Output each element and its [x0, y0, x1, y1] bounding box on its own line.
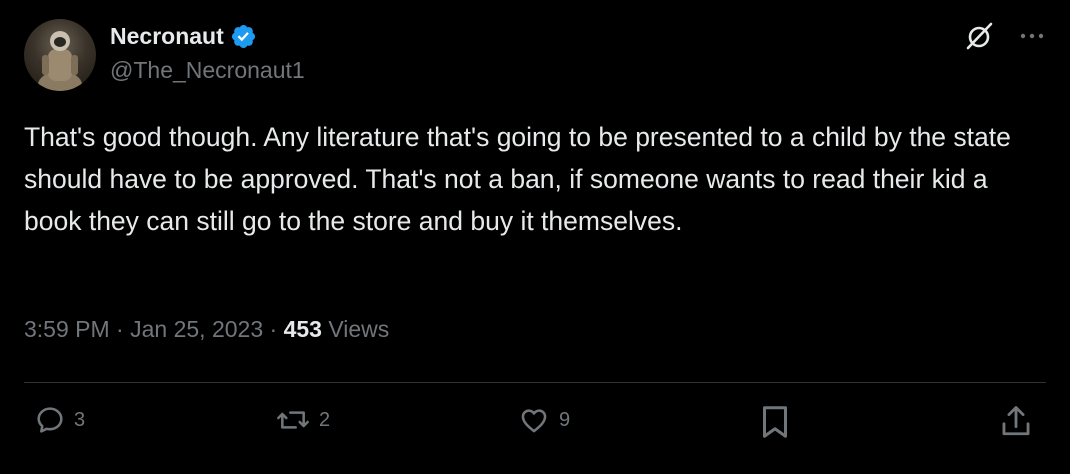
- retweet-icon: [277, 411, 309, 429]
- ellipsis-icon[interactable]: [1020, 32, 1044, 40]
- bookmark-button[interactable]: [760, 404, 790, 440]
- like-count: 9: [559, 408, 571, 431]
- astronaut-avatar-image: [38, 31, 82, 91]
- slashed-circle-icon[interactable]: [964, 21, 994, 51]
- verified-badge-icon[interactable]: [230, 23, 257, 50]
- share-icon: [1002, 406, 1030, 436]
- header-actions: [964, 21, 1044, 51]
- views-label: Views: [328, 316, 390, 342]
- share-button[interactable]: [1000, 404, 1032, 438]
- display-name[interactable]: Necronaut: [110, 23, 224, 50]
- heart-icon: [521, 409, 547, 433]
- tweet-date[interactable]: Jan 25, 2023: [130, 316, 263, 342]
- author-handle[interactable]: @The_Necronaut1: [110, 57, 305, 84]
- divider: [24, 382, 1046, 383]
- retweet-count: 2: [319, 408, 331, 431]
- avatar[interactable]: [24, 19, 96, 91]
- views-count: 453: [283, 316, 322, 342]
- meta-separator: ·: [116, 316, 124, 342]
- tweet-time[interactable]: 3:59 PM: [24, 316, 110, 342]
- author-name-row: Necronaut: [110, 20, 257, 52]
- like-button[interactable]: 9: [517, 404, 570, 436]
- reply-button[interactable]: 3: [34, 404, 85, 436]
- reply-icon: [37, 407, 63, 433]
- tweet-meta: 3:59 PM · Jan 25, 2023 · 453 Views: [24, 316, 389, 343]
- reply-count: 3: [74, 408, 86, 431]
- retweet-button[interactable]: 2: [275, 404, 330, 436]
- bookmark-icon: [763, 406, 787, 438]
- meta-separator: ·: [269, 316, 278, 342]
- tweet-text: That's good though. Any literature that'…: [24, 122, 1011, 236]
